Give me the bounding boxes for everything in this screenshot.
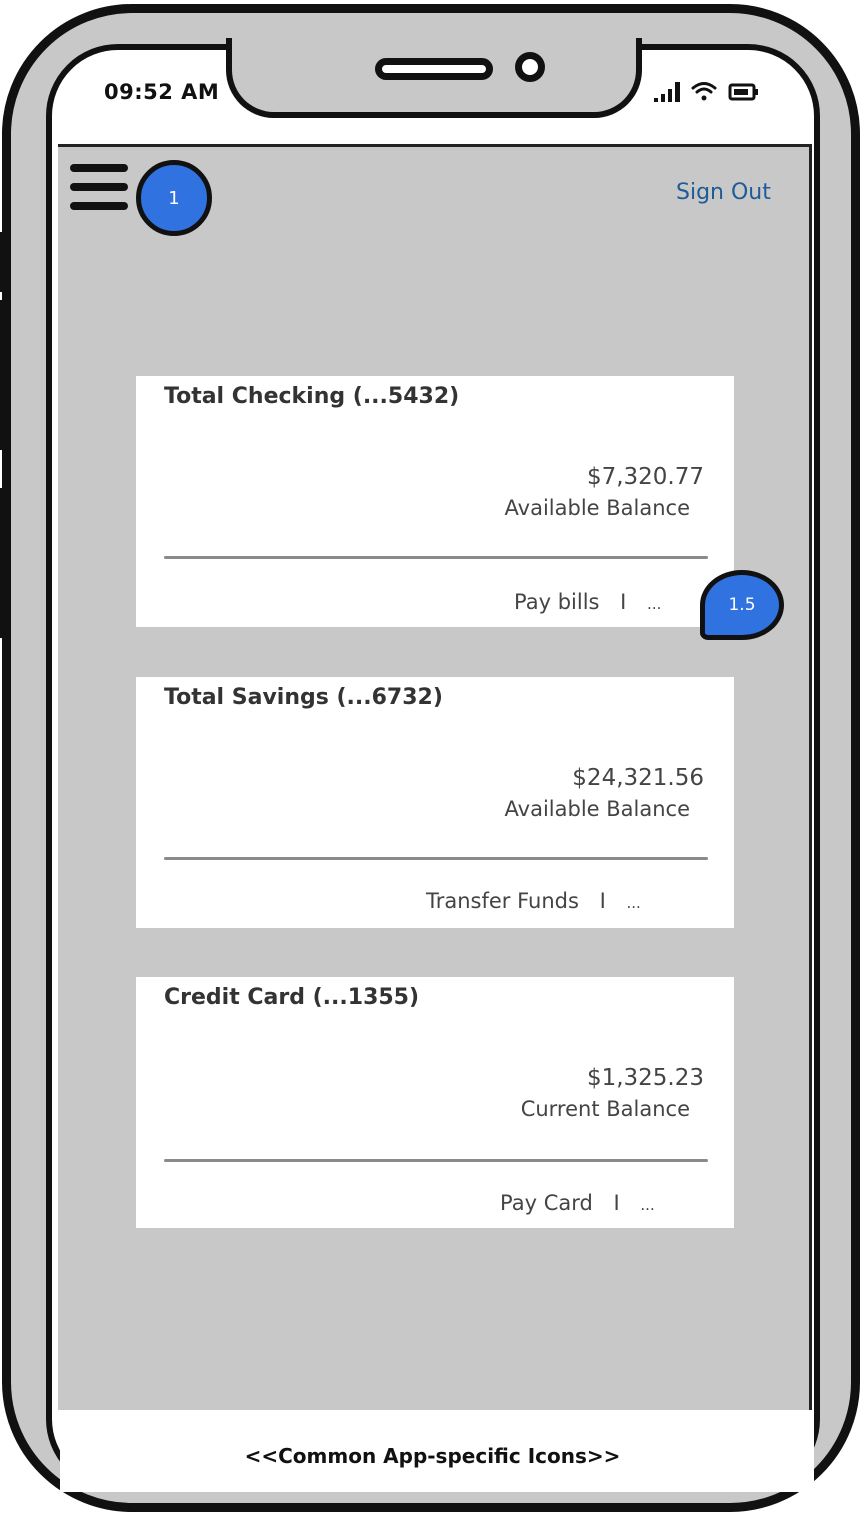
more-actions-link[interactable]: ... [627,894,641,912]
camera-icon [515,52,545,82]
account-card-checking[interactable]: Total Checking (...5432) $7,320.77 Avail… [136,376,734,627]
signal-icon [654,82,680,102]
account-balance: $7,320.77 [586,464,704,490]
account-balance: $1,325.23 [586,1065,704,1091]
account-card-credit[interactable]: Credit Card (...1355) $1,325.23 Current … [136,977,734,1228]
annotation-badge-1: 1 [136,160,212,236]
annotation-badge-1-5-label: 1.5 [728,595,756,615]
battery-icon [728,83,758,101]
divider [164,1159,708,1162]
balance-label: Current Balance [520,1097,690,1121]
wifi-icon [691,82,717,101]
pay-bills-link[interactable]: Pay bills [514,590,599,614]
mute-switch [0,232,8,292]
balance-label: Available Balance [504,797,690,821]
account-name: Credit Card (...1355) [164,985,420,1010]
divider [164,556,708,559]
action-separator: I [599,889,606,913]
transfer-funds-link[interactable]: Transfer Funds [426,889,579,913]
account-card-savings[interactable]: Total Savings (...6732) $24,321.56 Avail… [136,677,734,928]
card-actions: Pay bills I ... [514,590,661,614]
annotation-badge-1-5: 1.5 [700,570,784,640]
more-actions-link[interactable]: ... [647,595,661,613]
volume-down-button [0,488,8,638]
common-app-icons-placeholder: <<Common App-specific Icons>> [244,1444,621,1468]
balance-label: Available Balance [504,496,690,520]
action-separator: I [620,590,627,614]
volume-up-button [0,300,8,450]
status-icons [654,82,758,102]
more-actions-link[interactable]: ... [640,1196,654,1214]
annotation-badge-1-label: 1 [168,187,180,209]
hamburger-menu-icon[interactable] [70,164,128,214]
account-balance: $24,321.56 [572,765,704,791]
status-time: 09:52 AM [104,80,220,104]
card-actions: Transfer Funds I ... [426,889,641,913]
divider [164,857,708,860]
sign-out-link[interactable]: Sign Out [676,180,771,205]
pay-card-link[interactable]: Pay Card [500,1191,593,1215]
account-name: Total Savings (...6732) [164,685,443,710]
speaker-icon [375,58,493,80]
action-separator: I [613,1191,620,1215]
card-actions: Pay Card I ... [500,1191,655,1215]
account-name: Total Checking (...5432) [164,384,460,409]
